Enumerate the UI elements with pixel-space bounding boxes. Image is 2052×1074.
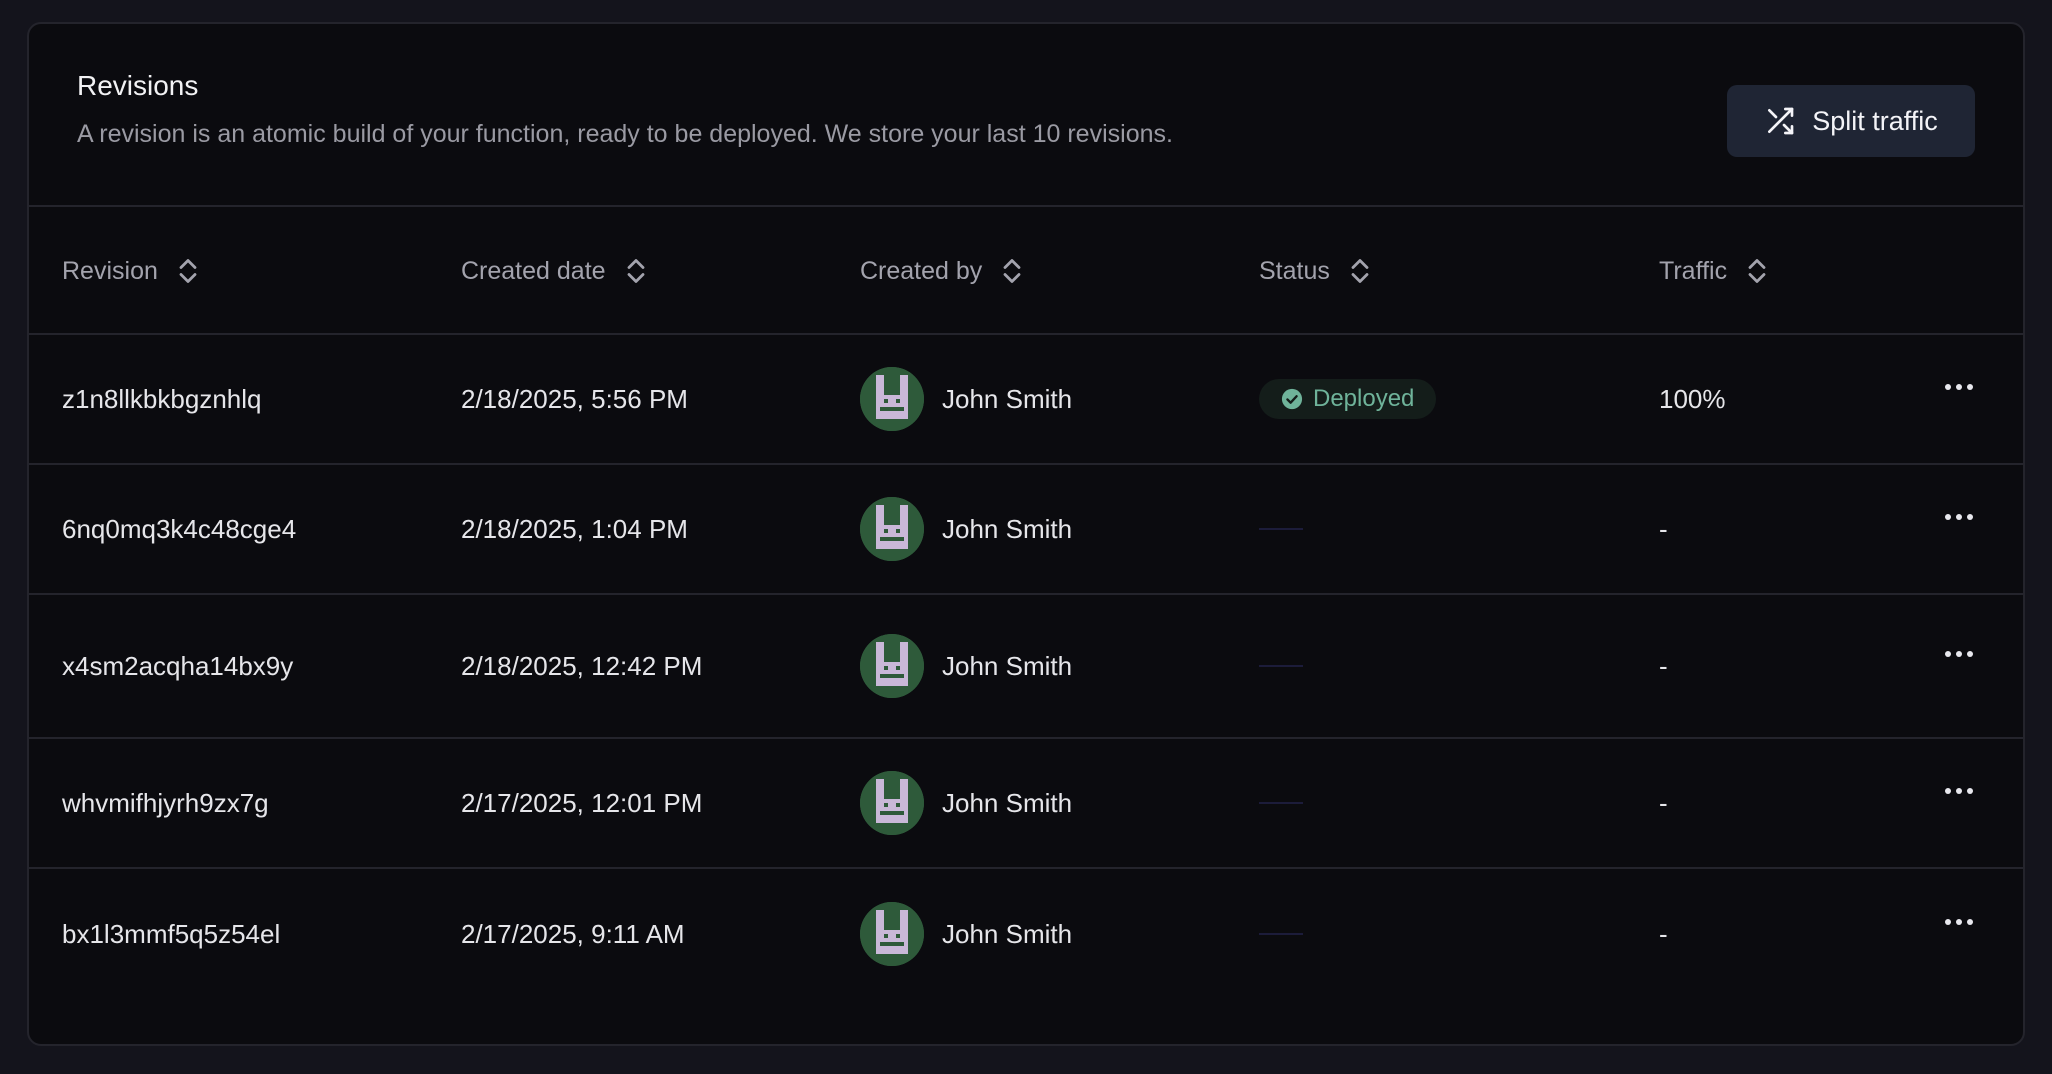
sort-icon xyxy=(1351,259,1369,283)
revision-id: x4sm2acqha14bx9y xyxy=(62,650,294,681)
sort-icon xyxy=(1748,259,1766,283)
row-actions xyxy=(1939,869,1979,999)
status-badge: Deployed xyxy=(1259,379,1437,419)
avatar xyxy=(860,367,924,431)
created-date: 2/18/2025, 1:04 PM xyxy=(461,513,688,544)
row-actions xyxy=(1939,595,1979,737)
status-cell xyxy=(1259,869,1303,999)
created-by: John Smith xyxy=(860,595,1072,737)
creator-name: John Smith xyxy=(942,650,1073,681)
status-empty xyxy=(1259,528,1303,530)
column-header-traffic[interactable]: Traffic xyxy=(1659,207,1769,335)
table-row: whvmifhjyrh9zx7g 2/17/2025, 12:01 PM Joh… xyxy=(29,739,2023,869)
revisions-card: Revisions A revision is an atomic build … xyxy=(27,22,2025,1046)
created-by: John Smith xyxy=(860,869,1072,999)
column-label: Status xyxy=(1259,256,1330,285)
avatar xyxy=(860,771,924,835)
revision-id: whvmifhjyrh9zx7g xyxy=(62,787,269,818)
created-date: 2/17/2025, 9:11 AM xyxy=(461,918,685,949)
creator-name: John Smith xyxy=(942,383,1073,414)
more-options-icon[interactable] xyxy=(1939,502,1979,532)
created-by: John Smith xyxy=(860,739,1072,867)
revision-id: bx1l3mmf5q5z54el xyxy=(62,918,281,949)
split-traffic-label: Split traffic xyxy=(1812,105,1938,136)
traffic-value: - xyxy=(1659,787,1668,818)
shuffle-icon xyxy=(1768,107,1794,135)
card-header: Revisions A revision is an atomic build … xyxy=(29,24,2023,207)
created-date: 2/18/2025, 12:42 PM xyxy=(461,650,703,681)
column-label: Created by xyxy=(860,256,983,285)
table-row: 6nq0mq3k4c48cge4 2/18/2025, 1:04 PM John… xyxy=(29,465,2023,595)
column-header-revision[interactable]: Revision xyxy=(62,207,200,335)
created-date: 2/17/2025, 12:01 PM xyxy=(461,787,703,818)
status-empty xyxy=(1259,802,1303,804)
sort-icon xyxy=(1003,259,1021,283)
status-cell xyxy=(1259,739,1303,867)
traffic-value: - xyxy=(1659,918,1668,949)
revision-id: z1n8llkbkbgznhlq xyxy=(62,383,262,414)
revision-id: 6nq0mq3k4c48cge4 xyxy=(62,513,297,544)
traffic-value: - xyxy=(1659,650,1668,681)
status-cell xyxy=(1259,595,1303,737)
row-actions xyxy=(1939,335,1979,463)
row-actions xyxy=(1939,465,1979,593)
column-header-created-by[interactable]: Created by xyxy=(860,207,1024,335)
split-traffic-button[interactable]: Split traffic xyxy=(1727,85,1975,157)
more-options-icon[interactable] xyxy=(1939,907,1979,937)
column-label: Revision xyxy=(62,256,158,285)
column-header-status[interactable]: Status xyxy=(1259,207,1372,335)
status-cell: Deployed xyxy=(1259,335,1437,463)
row-actions xyxy=(1939,739,1979,867)
status-empty xyxy=(1259,933,1303,935)
column-label: Traffic xyxy=(1659,256,1728,285)
sort-icon xyxy=(627,259,644,283)
table-header: Revision Created date Created by Status … xyxy=(29,207,2023,335)
creator-name: John Smith xyxy=(942,918,1073,949)
avatar xyxy=(860,634,924,698)
creator-name: John Smith xyxy=(942,787,1073,818)
avatar xyxy=(860,902,924,966)
creator-name: John Smith xyxy=(942,513,1073,544)
table-row: x4sm2acqha14bx9y 2/18/2025, 12:42 PM Joh… xyxy=(29,595,2023,739)
created-by: John Smith xyxy=(860,465,1072,593)
table-row: z1n8llkbkbgznhlq 2/18/2025, 5:56 PM John… xyxy=(29,335,2023,465)
traffic-value: - xyxy=(1659,513,1668,544)
column-label: Created date xyxy=(461,256,606,285)
more-options-icon[interactable] xyxy=(1939,372,1979,402)
created-by: John Smith xyxy=(860,335,1072,463)
traffic-value: 100% xyxy=(1659,383,1726,414)
status-empty xyxy=(1259,665,1303,667)
more-options-icon[interactable] xyxy=(1939,776,1979,806)
page-title: Revisions xyxy=(77,70,199,101)
status-label: Deployed xyxy=(1313,385,1415,412)
status-cell xyxy=(1259,465,1303,593)
sort-icon xyxy=(179,259,197,283)
avatar xyxy=(860,497,924,561)
page-subtitle: A revision is an atomic build of your fu… xyxy=(77,120,1173,148)
column-header-created-date[interactable]: Created date xyxy=(461,207,648,335)
table-row: bx1l3mmf5q5z54el 2/17/2025, 9:11 AM John… xyxy=(29,869,2023,999)
created-date: 2/18/2025, 5:56 PM xyxy=(461,383,688,414)
more-options-icon[interactable] xyxy=(1939,639,1979,669)
check-circle-icon xyxy=(1281,388,1303,410)
